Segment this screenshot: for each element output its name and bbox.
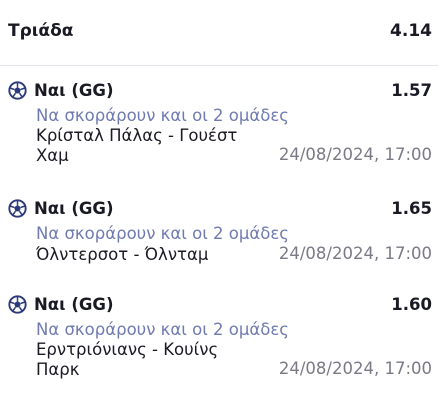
event-teams: Ερντριόνιανς - Κουίνς Παρκ xyxy=(36,340,219,379)
market-name: Να σκοράρουν και οι 2 ομάδες xyxy=(36,106,289,125)
event-datetime: 24/08/2024, 17:00 xyxy=(278,145,432,164)
selection-odds: 1.60 xyxy=(391,294,432,314)
pick-label: Ναι (GG) xyxy=(34,198,114,218)
pick-label: Ναι (GG) xyxy=(34,294,114,314)
soccer-ball-icon xyxy=(8,198,27,218)
bet-type-label: Τριάδα xyxy=(8,21,74,41)
pick-label: Ναι (GG) xyxy=(34,80,114,100)
market-name: Να σκοράρουν και οι 2 ομάδες xyxy=(36,320,289,339)
event-datetime: 24/08/2024, 17:00 xyxy=(278,359,432,378)
selection-item[interactable]: Ναι (GG) 1.57 Να σκοράρουν και οι 2 ομάδ… xyxy=(8,78,432,166)
event-datetime: 24/08/2024, 17:00 xyxy=(278,244,432,263)
divider xyxy=(0,65,438,66)
selection-item[interactable]: Ναι (GG) 1.65 Να σκοράρουν και οι 2 ομάδ… xyxy=(8,196,432,265)
selection-item[interactable]: Ναι (GG) 1.60 Να σκοράρουν και οι 2 ομάδ… xyxy=(8,292,432,380)
total-odds: 4.14 xyxy=(390,21,432,41)
selection-odds: 1.65 xyxy=(391,198,432,218)
soccer-ball-icon xyxy=(8,80,27,100)
event-teams: Κρίσταλ Πάλας - Γουέστ Χαμ xyxy=(36,126,238,165)
market-name: Να σκοράρουν και οι 2 ομάδες xyxy=(36,224,289,243)
soccer-ball-icon xyxy=(8,294,27,314)
event-teams: Όλντερσοτ - Όλνταμ xyxy=(36,245,209,264)
bet-summary: Τριάδα 4.14 xyxy=(8,18,432,44)
selection-odds: 1.57 xyxy=(391,80,432,100)
